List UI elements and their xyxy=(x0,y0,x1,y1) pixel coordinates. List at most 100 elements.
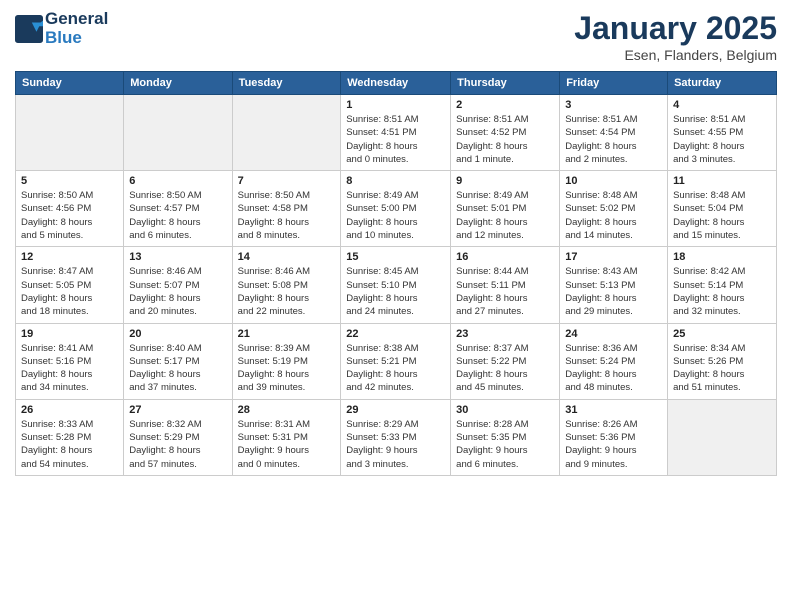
day-info: Sunrise: 8:49 AM Sunset: 5:01 PM Dayligh… xyxy=(456,189,554,242)
day-number: 1 xyxy=(346,99,445,111)
day-number: 9 xyxy=(456,175,554,187)
logo-name-general: General xyxy=(45,10,108,29)
day-number: 24 xyxy=(565,328,662,340)
header: General Blue January 2025 Esen, Flanders… xyxy=(15,10,777,63)
day-number: 18 xyxy=(673,251,771,263)
day-info: Sunrise: 8:38 AM Sunset: 5:21 PM Dayligh… xyxy=(346,342,445,395)
day-number: 26 xyxy=(21,404,118,416)
logo: General Blue xyxy=(15,10,108,47)
day-number: 19 xyxy=(21,328,118,340)
weekday-header-friday: Friday xyxy=(560,72,668,95)
day-info: Sunrise: 8:50 AM Sunset: 4:58 PM Dayligh… xyxy=(238,189,336,242)
calendar-day-cell: 17 Sunrise: 8:43 AM Sunset: 5:13 PM Dayli… xyxy=(560,247,668,323)
month-title: January 2025 xyxy=(574,10,777,47)
calendar-day-cell: 9 Sunrise: 8:49 AM Sunset: 5:01 PM Daylig… xyxy=(451,171,560,247)
day-number: 17 xyxy=(565,251,662,263)
day-info: Sunrise: 8:32 AM Sunset: 5:29 PM Dayligh… xyxy=(129,418,226,471)
day-number: 5 xyxy=(21,175,118,187)
day-info: Sunrise: 8:33 AM Sunset: 5:28 PM Dayligh… xyxy=(21,418,118,471)
day-number: 28 xyxy=(238,404,336,416)
day-info: Sunrise: 8:50 AM Sunset: 4:57 PM Dayligh… xyxy=(129,189,226,242)
day-number: 23 xyxy=(456,328,554,340)
day-info: Sunrise: 8:39 AM Sunset: 5:19 PM Dayligh… xyxy=(238,342,336,395)
day-number: 29 xyxy=(346,404,445,416)
calendar-day-cell: 30 Sunrise: 8:28 AM Sunset: 5:35 PM Dayli… xyxy=(451,399,560,475)
day-number: 3 xyxy=(565,99,662,111)
calendar-day-cell: 5 Sunrise: 8:50 AM Sunset: 4:56 PM Daylig… xyxy=(16,171,124,247)
day-number: 6 xyxy=(129,175,226,187)
calendar-week-row: 19 Sunrise: 8:41 AM Sunset: 5:16 PM Dayli… xyxy=(16,323,777,399)
day-number: 25 xyxy=(673,328,771,340)
calendar-day-cell: 18 Sunrise: 8:42 AM Sunset: 5:14 PM Dayli… xyxy=(668,247,777,323)
calendar-day-cell: 2 Sunrise: 8:51 AM Sunset: 4:52 PM Daylig… xyxy=(451,95,560,171)
weekday-header-tuesday: Tuesday xyxy=(232,72,341,95)
calendar-week-row: 26 Sunrise: 8:33 AM Sunset: 5:28 PM Dayli… xyxy=(16,399,777,475)
calendar-day-cell: 28 Sunrise: 8:31 AM Sunset: 5:31 PM Dayli… xyxy=(232,399,341,475)
calendar-day-cell: 26 Sunrise: 8:33 AM Sunset: 5:28 PM Dayli… xyxy=(16,399,124,475)
day-number: 21 xyxy=(238,328,336,340)
calendar-day-cell xyxy=(668,399,777,475)
weekday-header-saturday: Saturday xyxy=(668,72,777,95)
calendar-day-cell: 27 Sunrise: 8:32 AM Sunset: 5:29 PM Dayli… xyxy=(124,399,232,475)
calendar-day-cell: 23 Sunrise: 8:37 AM Sunset: 5:22 PM Dayli… xyxy=(451,323,560,399)
day-info: Sunrise: 8:37 AM Sunset: 5:22 PM Dayligh… xyxy=(456,342,554,395)
calendar-day-cell: 12 Sunrise: 8:47 AM Sunset: 5:05 PM Dayli… xyxy=(16,247,124,323)
calendar-week-row: 5 Sunrise: 8:50 AM Sunset: 4:56 PM Daylig… xyxy=(16,171,777,247)
day-number: 16 xyxy=(456,251,554,263)
day-number: 30 xyxy=(456,404,554,416)
day-info: Sunrise: 8:31 AM Sunset: 5:31 PM Dayligh… xyxy=(238,418,336,471)
day-info: Sunrise: 8:28 AM Sunset: 5:35 PM Dayligh… xyxy=(456,418,554,471)
day-number: 2 xyxy=(456,99,554,111)
calendar-day-cell: 6 Sunrise: 8:50 AM Sunset: 4:57 PM Daylig… xyxy=(124,171,232,247)
day-number: 27 xyxy=(129,404,226,416)
day-info: Sunrise: 8:48 AM Sunset: 5:04 PM Dayligh… xyxy=(673,189,771,242)
calendar-day-cell xyxy=(16,95,124,171)
calendar-day-cell: 7 Sunrise: 8:50 AM Sunset: 4:58 PM Daylig… xyxy=(232,171,341,247)
calendar-week-row: 1Sunrise: 8:51 AM Sunset: 4:51 PM Daylig… xyxy=(16,95,777,171)
location: Esen, Flanders, Belgium xyxy=(574,47,777,63)
calendar-day-cell: 10Sunrise: 8:48 AM Sunset: 5:02 PM Dayli… xyxy=(560,171,668,247)
day-info: Sunrise: 8:51 AM Sunset: 4:52 PM Dayligh… xyxy=(456,113,554,166)
calendar-day-cell: 21 Sunrise: 8:39 AM Sunset: 5:19 PM Dayli… xyxy=(232,323,341,399)
calendar-day-cell: 19 Sunrise: 8:41 AM Sunset: 5:16 PM Dayli… xyxy=(16,323,124,399)
calendar-day-cell: 15Sunrise: 8:45 AM Sunset: 5:10 PM Dayli… xyxy=(341,247,451,323)
calendar-day-cell: 1Sunrise: 8:51 AM Sunset: 4:51 PM Daylig… xyxy=(341,95,451,171)
weekday-header-wednesday: Wednesday xyxy=(341,72,451,95)
calendar-week-row: 12 Sunrise: 8:47 AM Sunset: 5:05 PM Dayli… xyxy=(16,247,777,323)
title-block: January 2025 Esen, Flanders, Belgium xyxy=(574,10,777,63)
day-info: Sunrise: 8:47 AM Sunset: 5:05 PM Dayligh… xyxy=(21,265,118,318)
calendar-day-cell: 16 Sunrise: 8:44 AM Sunset: 5:11 PM Dayli… xyxy=(451,247,560,323)
day-info: Sunrise: 8:51 AM Sunset: 4:55 PM Dayligh… xyxy=(673,113,771,166)
day-info: Sunrise: 8:41 AM Sunset: 5:16 PM Dayligh… xyxy=(21,342,118,395)
day-info: Sunrise: 8:34 AM Sunset: 5:26 PM Dayligh… xyxy=(673,342,771,395)
weekday-header-sunday: Sunday xyxy=(16,72,124,95)
calendar-day-cell: 4 Sunrise: 8:51 AM Sunset: 4:55 PM Daylig… xyxy=(668,95,777,171)
day-number: 13 xyxy=(129,251,226,263)
day-info: Sunrise: 8:44 AM Sunset: 5:11 PM Dayligh… xyxy=(456,265,554,318)
day-info: Sunrise: 8:48 AM Sunset: 5:02 PM Dayligh… xyxy=(565,189,662,242)
calendar-header-row: SundayMondayTuesdayWednesdayThursdayFrid… xyxy=(16,72,777,95)
day-number: 14 xyxy=(238,251,336,263)
day-info: Sunrise: 8:46 AM Sunset: 5:08 PM Dayligh… xyxy=(238,265,336,318)
day-info: Sunrise: 8:51 AM Sunset: 4:54 PM Dayligh… xyxy=(565,113,662,166)
day-info: Sunrise: 8:43 AM Sunset: 5:13 PM Dayligh… xyxy=(565,265,662,318)
day-number: 8 xyxy=(346,175,445,187)
day-number: 12 xyxy=(21,251,118,263)
calendar-day-cell: 20Sunrise: 8:40 AM Sunset: 5:17 PM Dayli… xyxy=(124,323,232,399)
day-number: 20 xyxy=(129,328,226,340)
calendar-day-cell xyxy=(124,95,232,171)
day-info: Sunrise: 8:50 AM Sunset: 4:56 PM Dayligh… xyxy=(21,189,118,242)
calendar-day-cell: 22Sunrise: 8:38 AM Sunset: 5:21 PM Dayli… xyxy=(341,323,451,399)
day-info: Sunrise: 8:42 AM Sunset: 5:14 PM Dayligh… xyxy=(673,265,771,318)
day-info: Sunrise: 8:36 AM Sunset: 5:24 PM Dayligh… xyxy=(565,342,662,395)
logo-name-blue: Blue xyxy=(45,29,108,48)
day-info: Sunrise: 8:26 AM Sunset: 5:36 PM Dayligh… xyxy=(565,418,662,471)
calendar-day-cell: 3 Sunrise: 8:51 AM Sunset: 4:54 PM Daylig… xyxy=(560,95,668,171)
day-number: 4 xyxy=(673,99,771,111)
calendar-day-cell: 29Sunrise: 8:29 AM Sunset: 5:33 PM Dayli… xyxy=(341,399,451,475)
calendar-day-cell: 25 Sunrise: 8:34 AM Sunset: 5:26 PM Dayli… xyxy=(668,323,777,399)
day-info: Sunrise: 8:49 AM Sunset: 5:00 PM Dayligh… xyxy=(346,189,445,242)
calendar-day-cell: 24 Sunrise: 8:36 AM Sunset: 5:24 PM Dayli… xyxy=(560,323,668,399)
day-number: 7 xyxy=(238,175,336,187)
day-number: 31 xyxy=(565,404,662,416)
